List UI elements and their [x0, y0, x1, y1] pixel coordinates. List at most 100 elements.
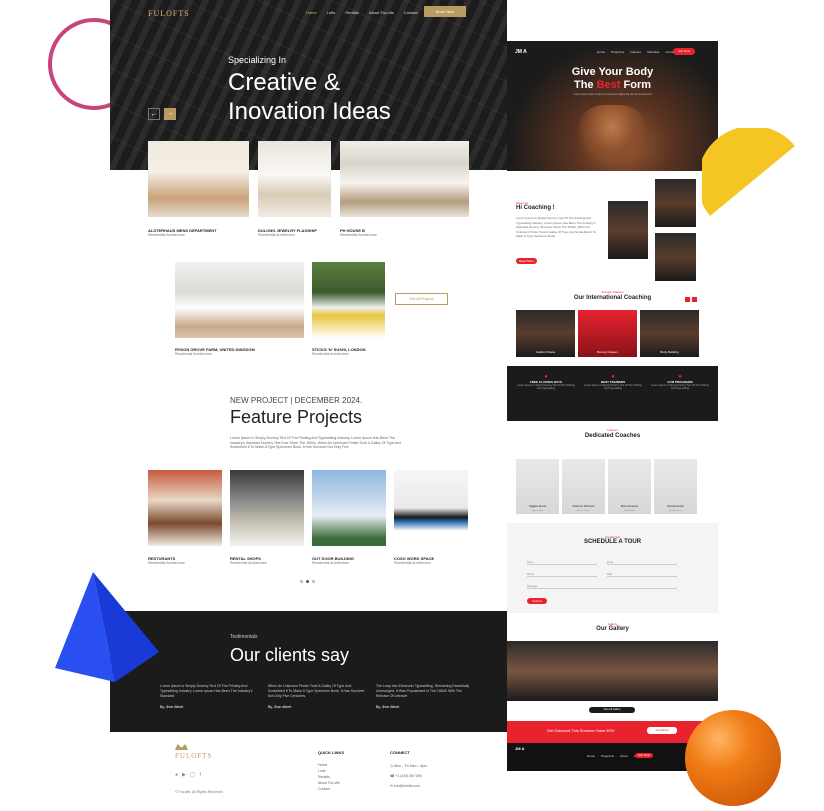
- twitter-icon[interactable]: ●: [175, 772, 178, 778]
- coaches-kicker: Trainers: [607, 428, 618, 432]
- phone-field[interactable]: Phone: [527, 573, 597, 577]
- feature-image[interactable]: [312, 470, 386, 546]
- testimonials-kicker: Testimonials: [230, 634, 258, 640]
- gallery-title: Our Gallery: [596, 626, 629, 632]
- testimonials-title: Our clients say: [230, 645, 350, 665]
- testimonial-card: The Leap Into Electronic Typesetting, Re…: [376, 684, 470, 709]
- quick-links-title: QUICK LINKS: [318, 750, 344, 755]
- about-image: [655, 179, 696, 227]
- about-image: [608, 201, 648, 259]
- nav-about[interactable]: About FuLofts: [369, 10, 394, 15]
- decor-orange-sphere: [685, 710, 781, 806]
- class-card[interactable]: Body Building: [640, 310, 699, 357]
- decor-blue-pyramid: [55, 572, 159, 682]
- facebook-icon[interactable]: f: [200, 772, 201, 778]
- project-image[interactable]: [312, 262, 385, 338]
- project-caption: RYDON GROVE FARM, UNITED KINGDOM Resident…: [175, 347, 255, 356]
- next-arrow-icon[interactable]: →: [164, 108, 176, 120]
- connect-list: ◷ Mon – Fri 9am – 6pm ☎ +1 (234) 567 890…: [390, 764, 428, 788]
- about-body: Lorem Ipsum Is Simply Dummy Text Of The …: [516, 216, 597, 238]
- email-field[interactable]: Email: [607, 561, 677, 565]
- project-image[interactable]: [258, 141, 331, 217]
- feature-image[interactable]: [394, 470, 468, 546]
- instagram-icon[interactable]: ◯: [190, 772, 196, 778]
- carousel-dots[interactable]: [300, 580, 315, 583]
- coach-card[interactable]: Hannah Ermas Zumba Trainer: [654, 459, 697, 514]
- see-all-projects-button[interactable]: See All Projects: [395, 293, 448, 305]
- feature-item: ● GYM PROGRAMS Lorem Ipsum Is Simply Dummy…: [649, 374, 711, 390]
- quick-links: Home Lofts Rentals About FuLofts Contact: [318, 763, 340, 791]
- nav-lofts[interactable]: Lofts: [327, 10, 336, 15]
- footer-join-button[interactable]: Join Now: [635, 753, 653, 758]
- coach-card[interactable]: Katherine Robinson Fitness Trainer: [562, 459, 605, 514]
- feature-caption: COSO WORK SPACE Residential Architecture: [394, 556, 435, 565]
- book-now-button[interactable]: Book Now: [424, 6, 466, 17]
- view-gallery-button[interactable]: View All Gallery: [589, 707, 635, 713]
- testimonial-card: When An Unknown Printer Took A Galley Of…: [268, 684, 365, 709]
- gym-hero-sub: Lorem ipsum dolor sit amet consectetur a…: [573, 93, 652, 96]
- get-started-button[interactable]: Get Started: [647, 727, 677, 734]
- youtube-icon[interactable]: ▶: [182, 772, 186, 778]
- message-field[interactable]: Message: [527, 585, 677, 589]
- join-now-button[interactable]: Join Now: [673, 48, 695, 55]
- project-image[interactable]: [340, 141, 469, 217]
- copyright: © FuLofts. All Rights Reserved: [175, 790, 223, 794]
- coaching-kicker: Popular Classes: [601, 290, 624, 294]
- project-caption: PH HOUSE B Residential Architecture: [340, 228, 377, 237]
- gym-logo[interactable]: JM A: [515, 49, 527, 55]
- read-more-button[interactable]: Read More: [516, 258, 537, 264]
- feature-caption: OUT DOOR BUILDING Residential Architectur…: [312, 556, 354, 565]
- site-logo[interactable]: FULOFTS: [148, 9, 190, 18]
- gallery-image[interactable]: [675, 641, 718, 701]
- gym-site-preview: JM A Home Programs Trainers Schedule Contact…: [507, 41, 718, 771]
- feature-kicker: NEW PROJECT | DECEMBER 2024.: [230, 396, 363, 405]
- testimonials-section: [110, 611, 507, 732]
- project-image[interactable]: [175, 262, 304, 338]
- name-field[interactable]: Name: [527, 561, 597, 565]
- class-card[interactable]: Boxing Classes: [578, 310, 637, 357]
- next-icon[interactable]: [692, 297, 697, 302]
- project-caption: STICKS 'N' SUSHI, LONDON Residential Arch…: [312, 347, 366, 356]
- feature-image[interactable]: [148, 470, 222, 546]
- project-image[interactable]: [148, 141, 249, 217]
- feature-title: Feature Projects: [230, 407, 363, 427]
- testimonial-card: Lorem Ipsum Is Simply Dummy Text Of The …: [160, 684, 253, 709]
- feature-image[interactable]: [230, 470, 304, 546]
- submit-button[interactable]: Submit: [527, 598, 547, 604]
- gym-footer-logo[interactable]: JM A: [515, 746, 524, 751]
- about-title: Hi Coaching !: [516, 205, 555, 211]
- gallery-image[interactable]: [591, 641, 633, 701]
- nav-contact[interactable]: Contact: [404, 10, 418, 15]
- feature-item: ● BEST TRAINERS Lorem Ipsum Is Simply Dumm…: [582, 374, 644, 390]
- coaches-title: Dedicated Coaches: [584, 433, 641, 439]
- class-card[interactable]: Cardio Fitness: [516, 310, 575, 357]
- social-links: ● ▶ ◯ f: [175, 772, 201, 778]
- feature-item: ● FREE CLASSES DAYS Lorem Ipsum Is Simply …: [515, 374, 577, 390]
- athlete-figure: [577, 105, 647, 167]
- prev-arrow-icon[interactable]: ←: [148, 108, 160, 120]
- feature-caption: RESTURANTS Residential Architecture: [148, 556, 185, 565]
- nav-home[interactable]: Home: [306, 10, 317, 15]
- gym-nav: Home Programs Trainers Schedule Contact: [597, 50, 676, 54]
- gallery-image[interactable]: [549, 641, 591, 701]
- feature-caption: RENTAL SHOPS Residential Architecture: [230, 556, 267, 565]
- gym-hero-title: Give Your Body The Best Form: [571, 66, 654, 91]
- coach-card[interactable]: Olggelin Emma Yoga Trainer: [516, 459, 559, 514]
- decor-yellow-half-circle: [702, 128, 795, 216]
- hero-title: Creative & Inovation Ideas: [228, 69, 391, 125]
- discount-text: Get Discount This Summer Save 50%: [547, 728, 615, 733]
- about-image: [655, 233, 696, 281]
- crown-icon: [175, 744, 188, 750]
- hero-subtitle: Specializing In: [228, 55, 287, 65]
- prev-icon[interactable]: [685, 297, 690, 302]
- gallery-image[interactable]: [507, 641, 549, 701]
- coach-card[interactable]: Bryan Emerson Body Builder: [608, 459, 651, 514]
- footer-logo[interactable]: FULOFTS: [175, 752, 212, 760]
- project-caption: DULONG JEWELRY FLAGSHIP Residential Archi…: [258, 228, 317, 237]
- tour-title: SCHEDULE A TOUR: [583, 539, 642, 545]
- nav-rentals[interactable]: Rentals: [345, 10, 359, 15]
- gallery-image[interactable]: [633, 641, 675, 701]
- date-field[interactable]: Date: [607, 573, 677, 577]
- connect-title: CONNECT: [390, 750, 410, 755]
- project-caption: ALSTERHAUS MENS DEPARTMENT Residential Ar…: [148, 228, 217, 237]
